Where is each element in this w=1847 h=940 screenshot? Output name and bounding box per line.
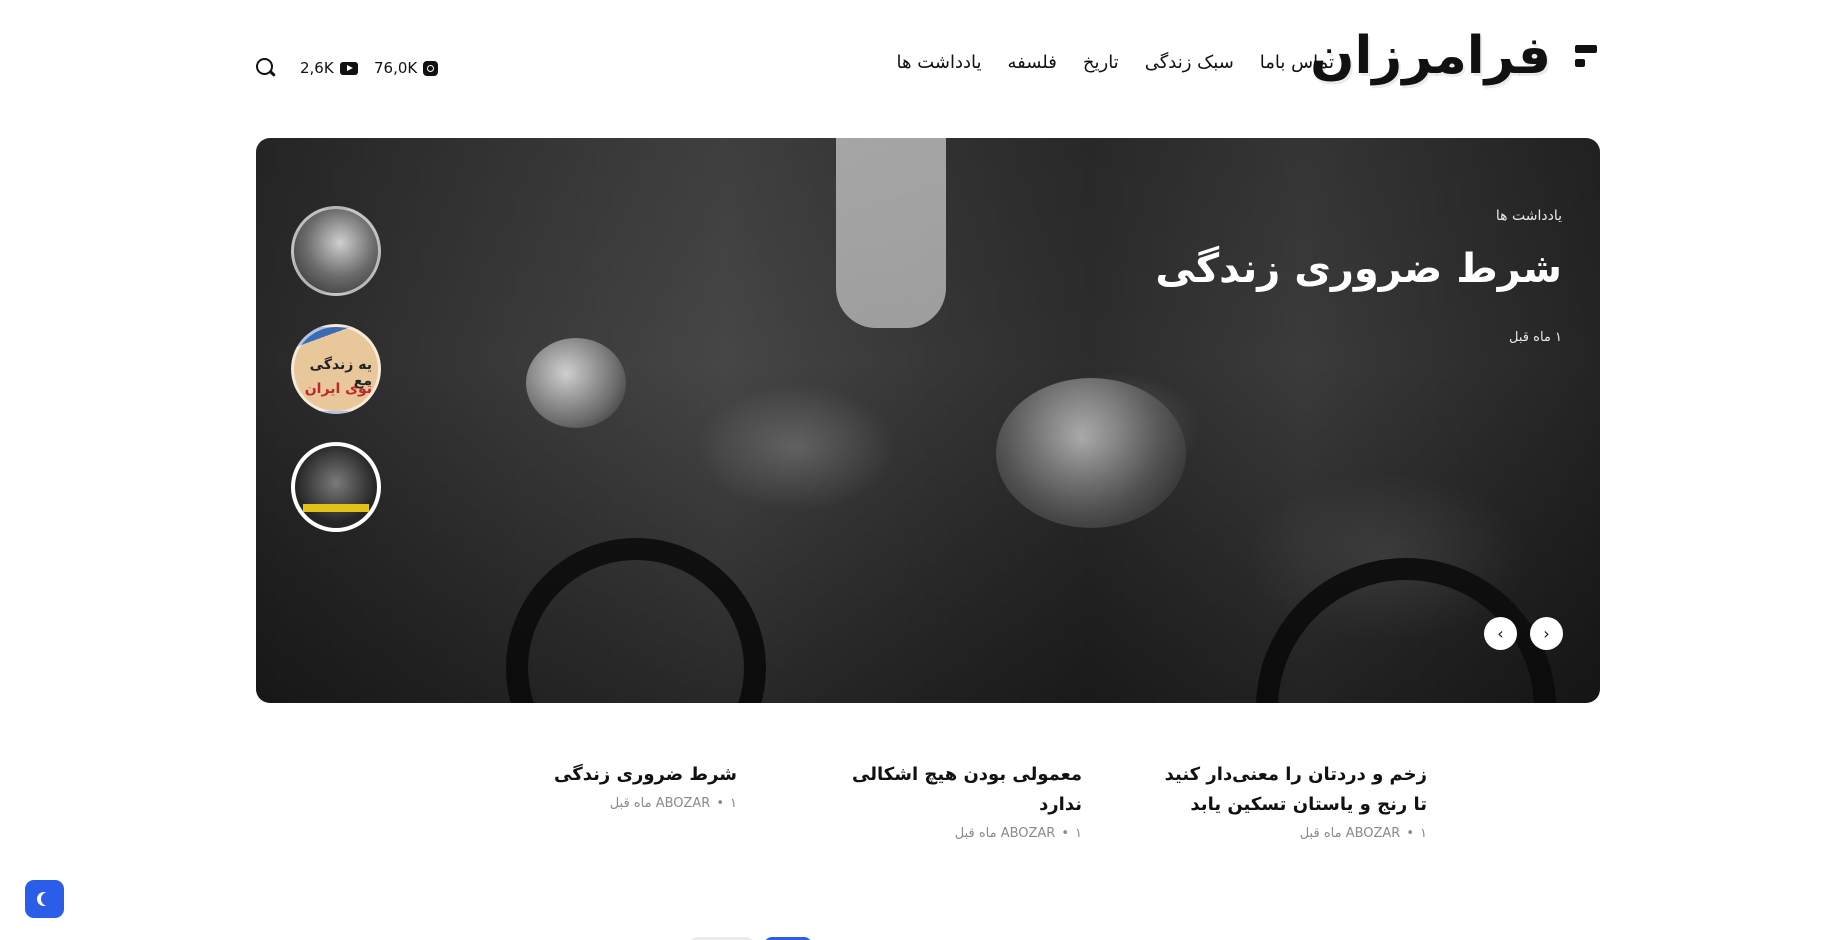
- instagram-count: 76,0K: [374, 59, 418, 77]
- search-icon-handle: [269, 69, 276, 77]
- youtube-link[interactable]: 2,6K: [300, 58, 358, 78]
- post-card[interactable]: زخم و دردتان را معنی‌دار کنید تا رنج و ی…: [1147, 760, 1427, 841]
- moon-icon: [41, 892, 55, 906]
- nav-item-history[interactable]: تاریخ: [1083, 52, 1119, 73]
- nav-item-notes[interactable]: یادداشت ها: [897, 52, 982, 73]
- slide-thumbnail-1[interactable]: [291, 206, 381, 296]
- dark-mode-toggle[interactable]: [25, 880, 64, 918]
- chevron-right-icon: ›: [1543, 624, 1550, 643]
- youtube-count: 2,6K: [300, 59, 334, 77]
- search-icon[interactable]: [256, 58, 276, 78]
- slide-thumbnail-3-active[interactable]: [291, 442, 381, 532]
- nav-item-philosophy[interactable]: فلسفه: [1007, 52, 1056, 73]
- slide-thumbnail-2[interactable]: یه زندگی مع توی ایران: [291, 324, 381, 414]
- hero-overlay: [256, 138, 1600, 703]
- hero-slider[interactable]: یادداشت ها شرط ضروری زندگی ۱ ماه قبل یه …: [256, 138, 1600, 703]
- post-card[interactable]: شرط ضروری زندگی ABOZAR •۱ ماه قبل: [517, 760, 737, 811]
- chevron-left-icon: ‹: [1497, 624, 1504, 643]
- post-meta: ABOZAR •۱ ماه قبل: [1299, 826, 1427, 841]
- slider-next-button[interactable]: ›: [1530, 617, 1563, 650]
- post-title[interactable]: معمولی بودن هیچ اشکالی ندارد: [822, 760, 1082, 820]
- site-header: 2,6K 76,0K یادداشت ها فلسفه تاریخ سبک زن…: [0, 0, 1847, 138]
- main-nav: یادداشت ها فلسفه تاریخ سبک زندگی تماس با…: [897, 52, 1335, 73]
- youtube-icon: [339, 61, 358, 75]
- nav-item-lifestyle[interactable]: سبک زندگی: [1145, 52, 1234, 73]
- hero-category[interactable]: یادداشت ها: [1496, 208, 1562, 224]
- post-author[interactable]: ABOZAR: [656, 796, 711, 811]
- instagram-icon: [423, 60, 439, 76]
- thumbnail-banner: [303, 504, 369, 512]
- post-author[interactable]: ABOZAR: [1001, 826, 1056, 841]
- post-title[interactable]: زخم و دردتان را معنی‌دار کنید تا رنج و ی…: [1147, 760, 1427, 820]
- post-title[interactable]: شرط ضروری زندگی: [517, 760, 737, 790]
- instagram-link[interactable]: 76,0K: [374, 58, 439, 78]
- site-logo[interactable]: فرامرزان: [1310, 30, 1597, 82]
- post-card[interactable]: معمولی بودن هیچ اشکالی ندارد ABOZAR •۱ ما…: [822, 760, 1082, 841]
- slider-prev-button[interactable]: ‹: [1484, 617, 1517, 650]
- logo-text: فرامرزان: [1310, 26, 1551, 86]
- post-meta: ABOZAR •۱ ماه قبل: [609, 796, 737, 811]
- thumbnail-text: توی ایران: [304, 381, 372, 397]
- logo-mark-icon: [1575, 45, 1597, 67]
- post-author[interactable]: ABOZAR: [1346, 826, 1401, 841]
- hero-title[interactable]: شرط ضروری زندگی: [1155, 246, 1562, 292]
- post-meta: ABOZAR •۱ ماه قبل: [954, 826, 1082, 841]
- hero-date: ۱ ماه قبل: [1509, 330, 1562, 345]
